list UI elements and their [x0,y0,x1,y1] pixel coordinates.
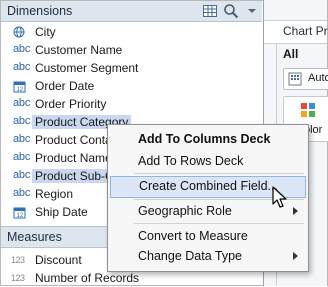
field-label: Order Priority [35,97,107,111]
list-item[interactable]: 12 Order Date [1,77,262,95]
menu-separator [134,223,304,224]
field-label: Customer Segment [35,61,139,75]
chart-properties-title: Chart Pro [283,24,328,38]
color-palette-icon [300,102,316,121]
chevron-down-icon[interactable] [246,3,262,19]
abc-string-icon: abc [13,187,31,199]
menu-item-change-data-type[interactable]: Change Data Type [108,246,308,266]
field-label-selected: Product Sub-C [32,169,117,183]
measures-title: Measures [7,230,62,244]
svg-text:12: 12 [17,213,24,219]
menu-item-add-to-columns[interactable]: Add To Columns Deck [108,129,308,149]
calendar-icon: 12 [13,206,33,219]
calendar-icon: 12 [13,80,33,93]
menu-item-label: Add To Rows Deck [138,154,244,168]
abc-string-icon: abc [13,169,31,181]
field-label: Discount [35,253,82,267]
menu-separator [134,173,304,174]
menu-item-convert-to-measure[interactable]: Convert to Measure [108,226,308,246]
abc-string-icon: abc [13,97,31,109]
menu-item-add-to-rows[interactable]: Add To Rows Deck [108,151,308,171]
dimensions-header: Dimensions [1,1,262,22]
number-icon: 123 [11,255,25,265]
list-item[interactable]: abc Customer Segment [1,59,262,77]
submenu-arrow-icon [293,207,298,215]
field-label: Order Date [35,79,95,93]
field-label: City [35,25,56,39]
abc-string-icon: abc [13,151,31,163]
menu-item-label: Change Data Type [138,249,243,263]
globe-icon [13,26,33,38]
field-label: Product Conta [35,133,112,147]
mark-type-label: Auto [308,72,328,84]
all-label[interactable]: All [283,47,298,61]
chart-properties-header: Chart Pro [264,20,328,44]
mark-type-dropdown[interactable]: Auto [283,68,328,90]
number-icon: 123 [11,273,25,283]
menu-item-label: Create Combined Field... [139,179,278,193]
view-data-icon[interactable] [202,3,218,19]
mark-type-icon [288,72,302,89]
menu-item-label: Add To Columns Deck [138,132,271,146]
abc-string-icon: abc [13,133,31,145]
search-icon[interactable] [223,3,239,19]
field-label: Region [35,187,74,201]
field-label: Number of Records [35,271,140,285]
abc-string-icon: abc [13,61,31,73]
menu-item-label: Convert to Measure [138,229,248,243]
field-label: Customer Name [35,43,123,57]
abc-string-icon: abc [13,115,31,127]
submenu-arrow-icon [293,252,298,260]
dimensions-title: Dimensions [7,4,73,18]
svg-text:12: 12 [17,87,24,93]
menu-item-label: Geographic Role [138,204,232,218]
abc-string-icon: abc [13,43,31,55]
field-label: Product Name [35,151,112,165]
list-item[interactable]: abc Customer Name [1,41,262,59]
list-item[interactable]: abc Order Priority [1,95,262,113]
mouse-pointer-icon [272,186,290,210]
field-label: Ship Date [35,205,88,219]
list-item[interactable]: City [1,23,262,41]
